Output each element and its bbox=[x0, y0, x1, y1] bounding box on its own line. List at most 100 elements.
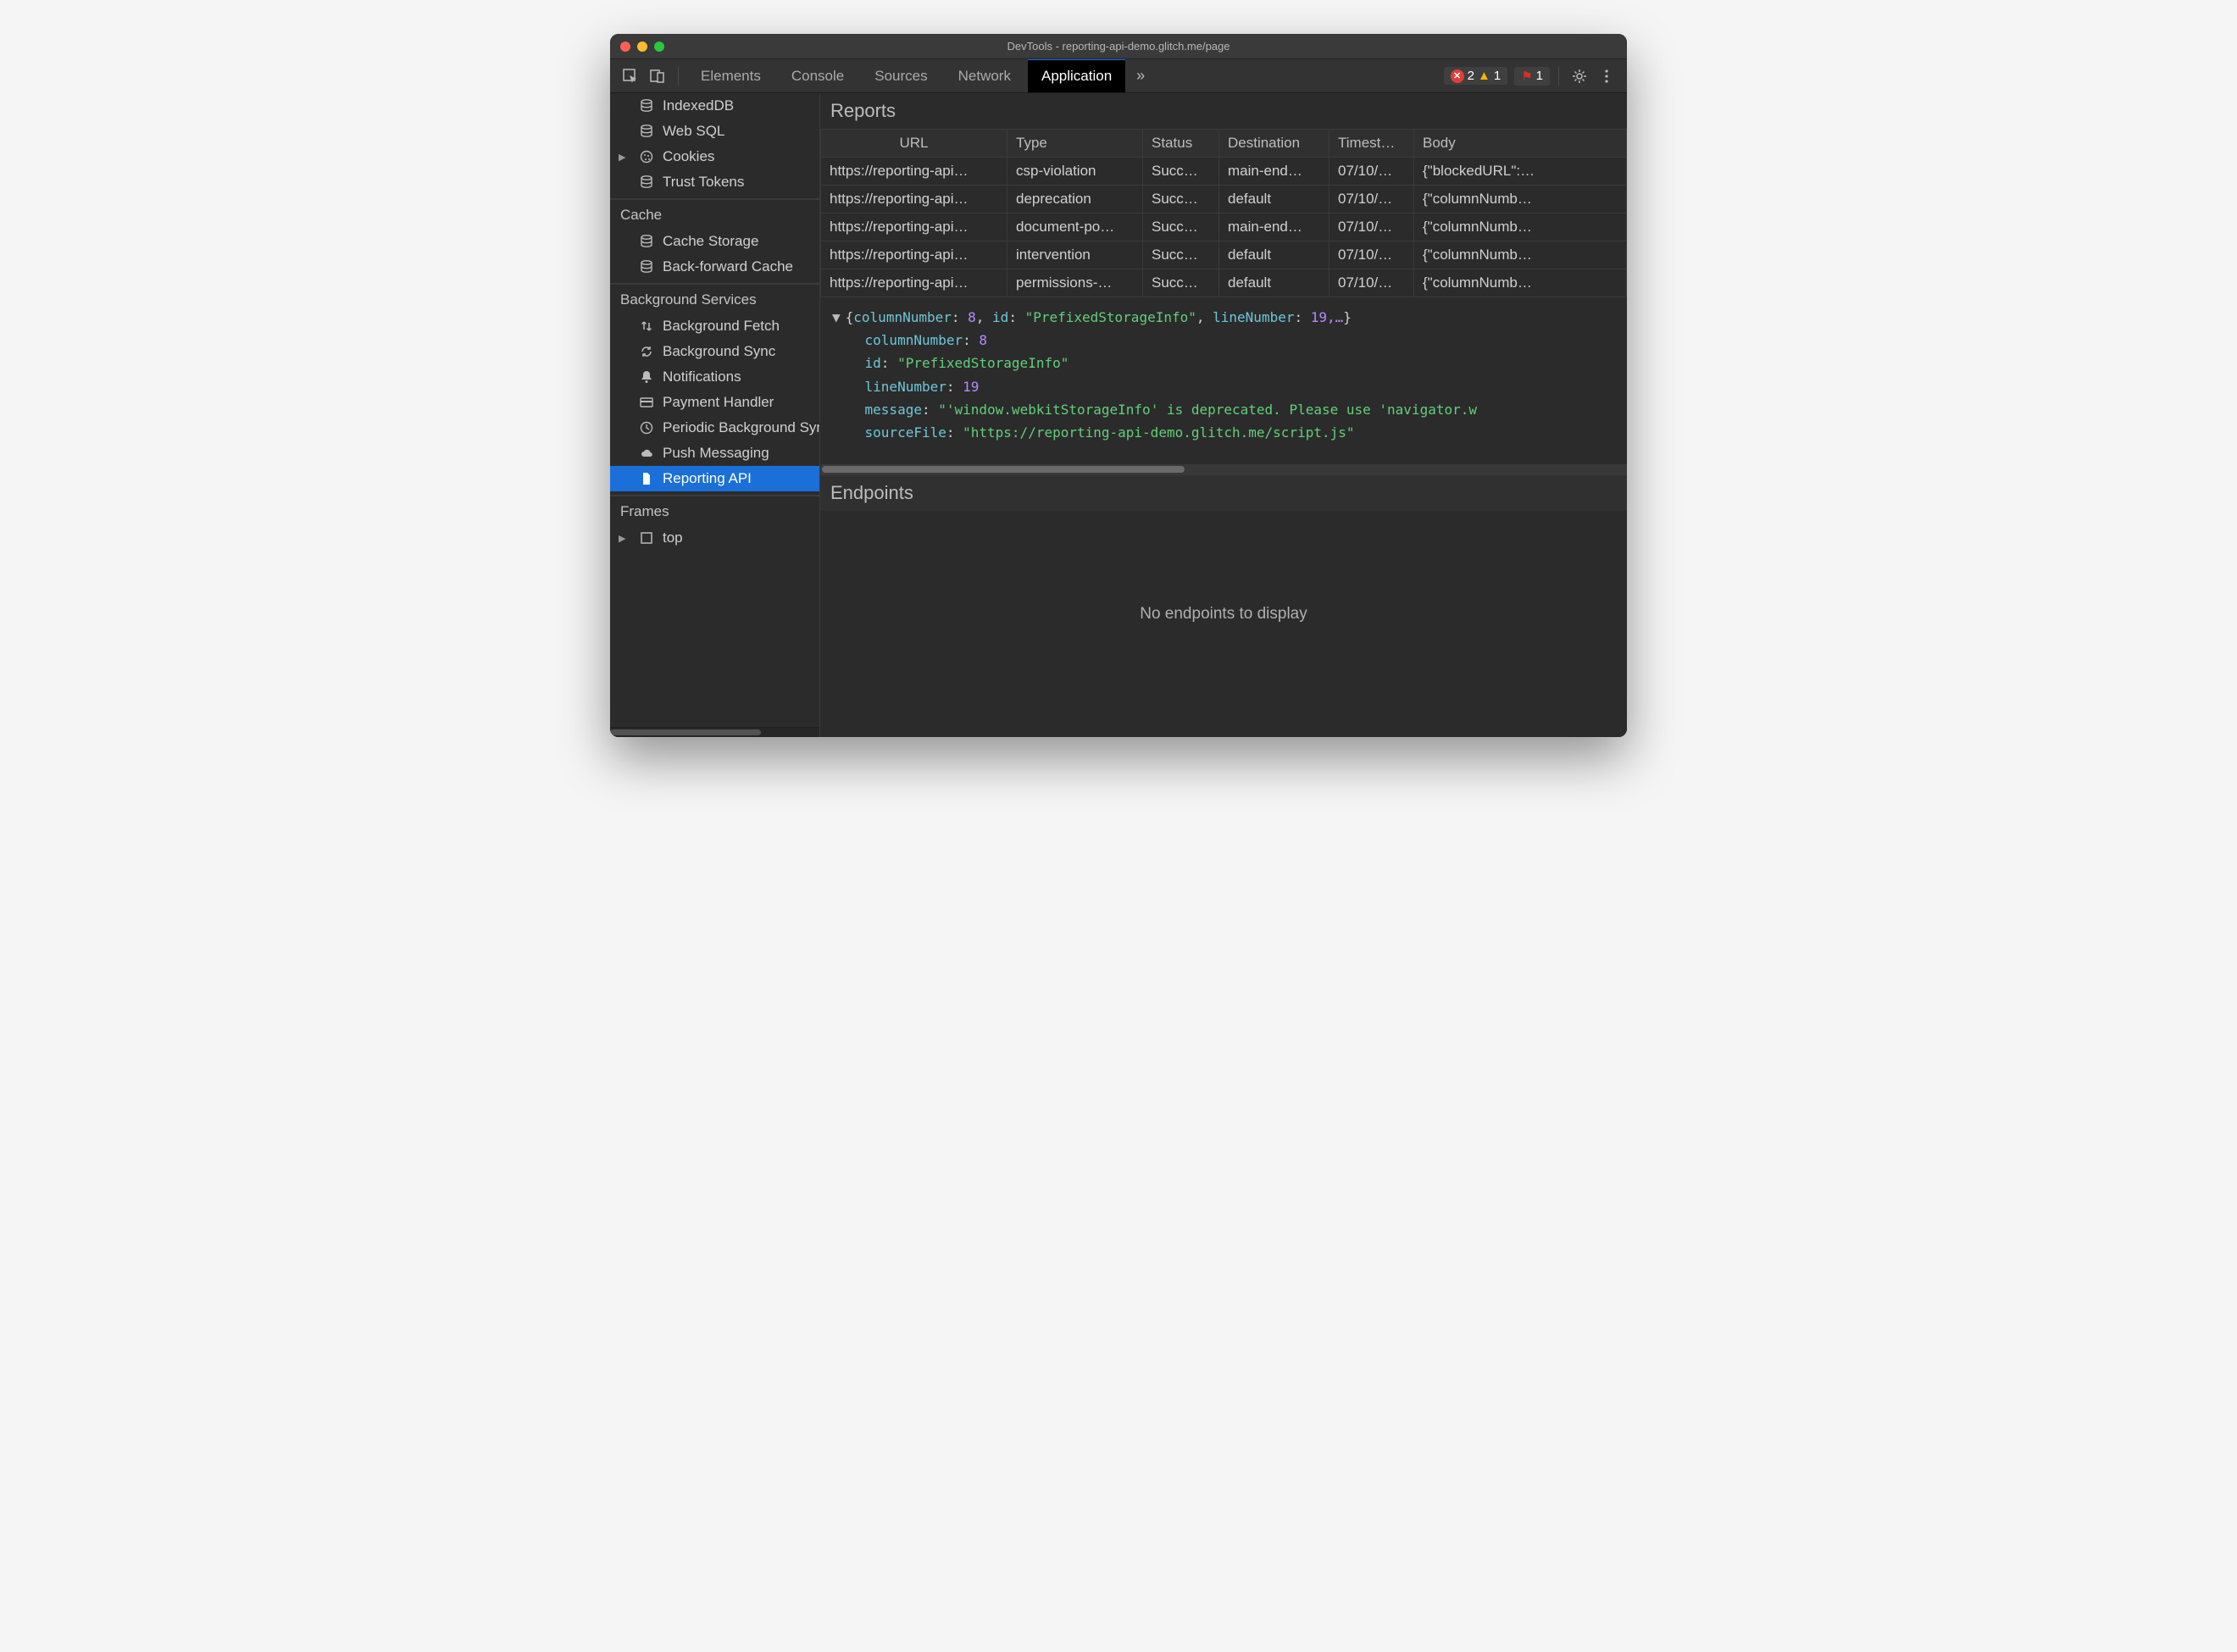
table-row[interactable]: https://reporting-api…deprecationSucc…de… bbox=[821, 186, 1627, 213]
tab-application[interactable]: Application bbox=[1028, 58, 1125, 92]
sidebar-item-label: Back-forward Cache bbox=[663, 258, 793, 275]
sidebar-item-back-forward-cache[interactable]: Back-forward Cache bbox=[610, 254, 819, 280]
endpoints-title: Endpoints bbox=[820, 474, 1627, 511]
clock-icon bbox=[639, 420, 654, 435]
more-menu-icon[interactable] bbox=[1595, 64, 1618, 88]
expand-triangle-icon[interactable]: ▶ bbox=[619, 152, 625, 163]
sidebar-item-background-fetch[interactable]: Background Fetch bbox=[610, 313, 819, 339]
sidebar-item-trust-tokens[interactable]: Trust Tokens bbox=[610, 169, 819, 195]
column-header[interactable]: Type bbox=[1007, 130, 1143, 158]
sidebar-item-label: Cache Storage bbox=[663, 233, 758, 250]
cell-ts: 07/10/… bbox=[1329, 213, 1414, 241]
sidebar-item-push-messaging[interactable]: Push Messaging bbox=[610, 441, 819, 466]
column-header[interactable]: Body bbox=[1414, 130, 1627, 158]
cell-type: deprecation bbox=[1007, 186, 1143, 213]
status-badges: ✕ 2 ▲ 1 ⚑ 1 bbox=[1444, 67, 1550, 86]
db-icon bbox=[639, 98, 654, 114]
tab-elements[interactable]: Elements bbox=[687, 60, 774, 92]
warning-count: 1 bbox=[1494, 69, 1501, 83]
sidebar-item-background-sync[interactable]: Background Sync bbox=[610, 339, 819, 364]
sidebar-item-payment-handler[interactable]: Payment Handler bbox=[610, 390, 819, 415]
sidebar-item-periodic-background-sync[interactable]: Periodic Background Sync bbox=[610, 415, 819, 441]
column-header[interactable]: Status bbox=[1143, 130, 1219, 158]
inspect-element-icon[interactable] bbox=[619, 64, 642, 88]
devtools-window: DevTools - reporting-api-demo.glitch.me/… bbox=[610, 34, 1627, 737]
issues-badge[interactable]: ⚑ 1 bbox=[1514, 67, 1550, 86]
close-window-button[interactable] bbox=[620, 42, 630, 52]
sidebar-item-top[interactable]: ▶ top bbox=[610, 525, 819, 551]
table-row[interactable]: https://reporting-api…document-po…Succ…m… bbox=[821, 213, 1627, 241]
sidebar-scrollbar[interactable] bbox=[610, 727, 819, 737]
db-icon bbox=[639, 234, 654, 249]
sidebar-item-notifications[interactable]: Notifications bbox=[610, 364, 819, 390]
sidebar-section-background-services: Background Services bbox=[610, 284, 819, 313]
sidebar-item-indexeddb[interactable]: IndexedDB bbox=[610, 93, 819, 119]
error-count: 2 bbox=[1468, 69, 1474, 83]
column-header[interactable]: URL bbox=[821, 130, 1007, 158]
column-header[interactable]: Timest… bbox=[1329, 130, 1414, 158]
cell-dest: main-end… bbox=[1219, 213, 1329, 241]
column-header[interactable]: Destination bbox=[1219, 130, 1329, 158]
cell-dest: main-end… bbox=[1219, 158, 1329, 186]
traffic-lights bbox=[610, 42, 664, 52]
table-row[interactable]: https://reporting-api…interventionSucc…d… bbox=[821, 241, 1627, 269]
cell-body: {"columnNumb… bbox=[1414, 269, 1627, 297]
expand-triangle-icon[interactable]: ▶ bbox=[619, 533, 625, 544]
table-row[interactable]: https://reporting-api…csp-violationSucc…… bbox=[821, 158, 1627, 186]
sidebar-item-web-sql[interactable]: Web SQL bbox=[610, 119, 819, 144]
sidebar-item-reporting-api[interactable]: Reporting API bbox=[610, 466, 819, 491]
separator bbox=[1558, 67, 1559, 86]
cell-url: https://reporting-api… bbox=[821, 186, 1007, 213]
settings-gear-icon[interactable] bbox=[1568, 64, 1591, 88]
cell-ts: 07/10/… bbox=[1329, 186, 1414, 213]
error-icon: ✕ bbox=[1451, 69, 1464, 83]
bell-icon bbox=[639, 369, 654, 385]
cell-body: {"blockedURL":… bbox=[1414, 158, 1627, 186]
zoom-window-button[interactable] bbox=[654, 42, 664, 52]
tab-sources[interactable]: Sources bbox=[861, 60, 941, 92]
sync-icon bbox=[639, 344, 654, 359]
cell-type: intervention bbox=[1007, 241, 1143, 269]
more-tabs-icon[interactable]: » bbox=[1129, 64, 1152, 88]
sidebar-item-label: top bbox=[663, 529, 683, 546]
tab-console[interactable]: Console bbox=[778, 60, 858, 92]
sidebar-item-label: Push Messaging bbox=[663, 445, 769, 462]
report-detail: ▼{columnNumber: 8, id: "PrefixedStorageI… bbox=[820, 297, 1627, 464]
db-icon bbox=[639, 175, 654, 190]
sidebar-item-label: Reporting API bbox=[663, 470, 752, 487]
minimize-window-button[interactable] bbox=[637, 42, 647, 52]
file-icon bbox=[639, 471, 654, 486]
main: IndexedDB Web SQL ▶ Cookies Trust Tokens Cach… bbox=[610, 93, 1627, 737]
sidebar-section-cache: Cache bbox=[610, 199, 819, 229]
reports-table: URLTypeStatusDestinationTimest…Body http… bbox=[820, 129, 1627, 297]
updown-icon bbox=[639, 319, 654, 334]
db-icon bbox=[639, 124, 654, 139]
cell-url: https://reporting-api… bbox=[821, 158, 1007, 186]
frame-icon bbox=[639, 530, 654, 546]
cell-url: https://reporting-api… bbox=[821, 213, 1007, 241]
sidebar-section-frames: Frames bbox=[610, 496, 819, 525]
sidebar: IndexedDB Web SQL ▶ Cookies Trust Tokens Cach… bbox=[610, 93, 820, 737]
issues-icon: ⚑ bbox=[1521, 69, 1532, 84]
disclosure-triangle-icon[interactable]: ▼ bbox=[832, 309, 841, 325]
table-row[interactable]: https://reporting-api…permissions-…Succ…… bbox=[821, 269, 1627, 297]
sidebar-item-label: IndexedDB bbox=[663, 97, 734, 114]
tab-network[interactable]: Network bbox=[945, 60, 1024, 92]
cell-dest: default bbox=[1219, 269, 1329, 297]
cell-status: Succ… bbox=[1143, 158, 1219, 186]
sidebar-item-label: Cookies bbox=[663, 148, 714, 165]
cell-url: https://reporting-api… bbox=[821, 241, 1007, 269]
cookie-icon bbox=[639, 149, 654, 164]
sidebar-item-cache-storage[interactable]: Cache Storage bbox=[610, 229, 819, 254]
sidebar-item-label: Background Sync bbox=[663, 343, 775, 360]
detail-scrollbar[interactable] bbox=[820, 464, 1627, 474]
cloud-icon bbox=[639, 446, 654, 461]
cell-body: {"columnNumb… bbox=[1414, 213, 1627, 241]
content: Reports URLTypeStatusDestinationTimest…B… bbox=[820, 93, 1627, 737]
device-toolbar-icon[interactable] bbox=[646, 64, 669, 88]
db-icon bbox=[639, 259, 654, 274]
cell-status: Succ… bbox=[1143, 186, 1219, 213]
sidebar-item-cookies[interactable]: ▶ Cookies bbox=[610, 144, 819, 169]
separator bbox=[678, 67, 679, 86]
errors-warnings-badge[interactable]: ✕ 2 ▲ 1 bbox=[1444, 67, 1508, 85]
